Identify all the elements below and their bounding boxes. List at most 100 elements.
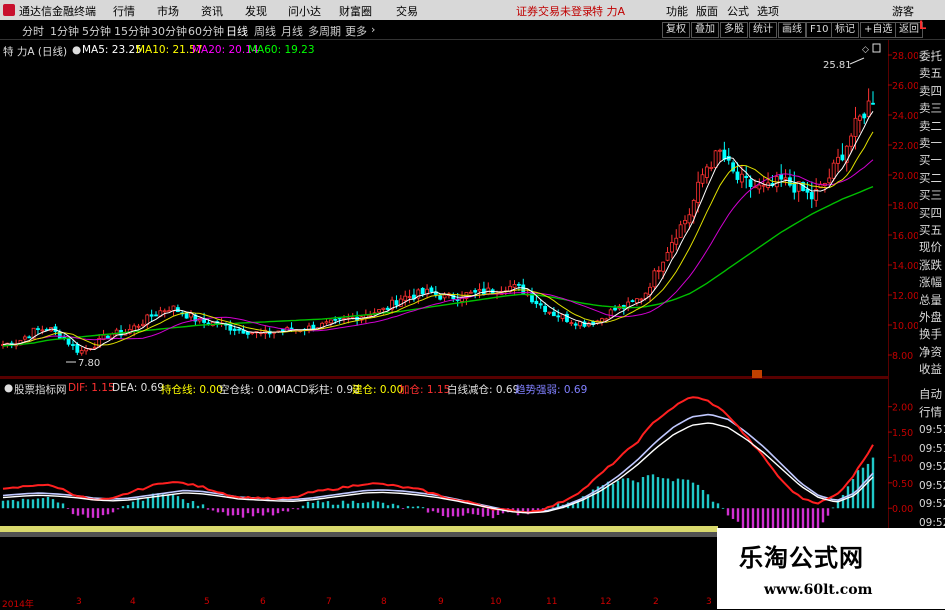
macd-bar [341,500,345,509]
trade-time: 09:51 [919,442,945,455]
side-item[interactable]: 涨幅 [919,274,942,290]
menu-wenxiaoda[interactable]: 问小达 [288,3,321,19]
menu-jiaoyi[interactable]: 交易 [396,3,418,19]
btn-duogu[interactable]: 多股 [720,22,748,38]
period-week[interactable]: 周线 [254,23,276,39]
side-item[interactable]: 收益 [919,361,942,377]
candle-body [442,294,447,299]
macd-bar [746,508,750,530]
menu-faxian[interactable]: 发现 [245,3,267,19]
macd-bar [866,463,870,509]
macd-bar [11,499,15,509]
candle-body [79,350,84,354]
btn-biaoji[interactable]: 标记 [831,22,859,38]
login-status[interactable]: 证券交易未登录 [516,3,593,19]
macd-bar [611,483,615,509]
side-item[interactable]: 买三 [919,187,942,203]
side-item[interactable]: 总量 [919,292,942,308]
chevron-right-icon[interactable]: › [371,23,375,36]
btn-tongji[interactable]: 统计 [749,22,777,38]
period-60min[interactable]: 60分钟 [188,23,224,39]
side-item[interactable]: 卖三 [919,100,942,116]
candle-body [691,200,696,217]
menu-gongshi[interactable]: 公式 [727,3,749,19]
macd-bar [26,499,30,509]
side-item[interactable]: 涨跌 [919,257,942,273]
candle-body [36,328,40,330]
macd-bar [316,500,320,509]
side-item[interactable]: 买二 [919,170,942,186]
candle-body [394,300,399,306]
candle-body [853,117,858,137]
diamond-icon[interactable]: ◇ [862,45,869,55]
macd-bar [371,500,375,509]
side-item[interactable]: 委托 [919,48,942,64]
macd-bar [616,480,620,509]
side-bottom-item[interactable]: 自动 [919,386,942,402]
period-fenshi[interactable]: 分时 [22,23,44,39]
menu-xuanxiang[interactable]: 选项 [757,3,779,19]
price-tick-label: 12.00 [892,291,918,302]
menu-shichang[interactable]: 市场 [157,3,179,19]
menu-caifuquan[interactable]: 财富圈 [339,3,372,19]
period-30min[interactable]: 30分钟 [151,23,187,39]
macd-bar [741,508,745,529]
period-5min[interactable]: 5分钟 [82,23,111,39]
period-day[interactable]: 日线 [226,23,248,39]
side-item[interactable]: 卖一 [919,135,942,151]
period-1min[interactable]: 1分钟 [50,23,79,39]
menu-hangqing[interactable]: 行情 [113,3,135,19]
macd-bar [111,508,115,513]
macd-bar [226,508,230,516]
macd-bar [681,479,685,509]
candle-body [722,149,727,160]
btn-fuquan[interactable]: 复权 [662,22,690,38]
event-marker-icon[interactable] [752,370,762,378]
trade-time: 09:52 [919,479,945,492]
macd-bar [421,507,425,509]
side-item[interactable]: 净资 [919,344,942,360]
period-month[interactable]: 月线 [281,23,303,39]
period-multi[interactable]: 多周期 [308,23,341,39]
candle-body [543,306,548,312]
menu-gongneng[interactable]: 功能 [666,3,688,19]
macd-bar [216,508,220,513]
candle-body [871,102,875,105]
side-item[interactable]: 现价 [919,239,942,255]
side-bottom-item[interactable]: 行情 [919,404,942,420]
period-more[interactable]: 更多 [345,23,367,39]
macd-bar [206,508,210,510]
macd-tick-label: 2.00 [892,403,913,414]
window-toggle-icon[interactable] [872,43,881,53]
btn-huaxian[interactable]: 画线 [778,22,806,38]
guest-label[interactable]: 游客 [892,3,914,19]
macd-bar [251,508,255,517]
macd-bar [106,508,110,515]
side-item[interactable]: 买一 [919,152,942,168]
macd-tick-label: 0.50 [892,479,913,490]
macd-bar [311,502,315,509]
side-item[interactable]: 卖五 [919,65,942,81]
macd-bar [101,508,105,516]
macd-bar [181,499,185,509]
macd-bar [16,501,20,509]
date-label: 7 [326,597,332,607]
macd-bar [131,501,135,509]
side-item[interactable]: 买四 [919,205,942,221]
side-item[interactable]: 卖二 [919,118,942,134]
period-15min[interactable]: 15分钟 [114,23,150,39]
btn-f10[interactable]: F10 [806,22,833,38]
side-item[interactable]: 外盘 [919,309,942,325]
candle-body [827,177,832,184]
kline-chart[interactable]: 25.81 7.80 ◇ [0,40,888,378]
btn-diejia[interactable]: 叠加 [691,22,719,38]
macd-bar [456,508,460,517]
side-item[interactable]: 换手 [919,326,942,342]
btn-zixuan[interactable]: +自选 [860,22,897,38]
macd-bar [116,508,120,510]
side-item[interactable]: 买五 [919,222,942,238]
menu-zixun[interactable]: 资讯 [201,3,223,19]
menu-banmian[interactable]: 版面 [696,3,718,19]
macd-bar [691,482,695,509]
side-item[interactable]: 卖四 [919,83,942,99]
